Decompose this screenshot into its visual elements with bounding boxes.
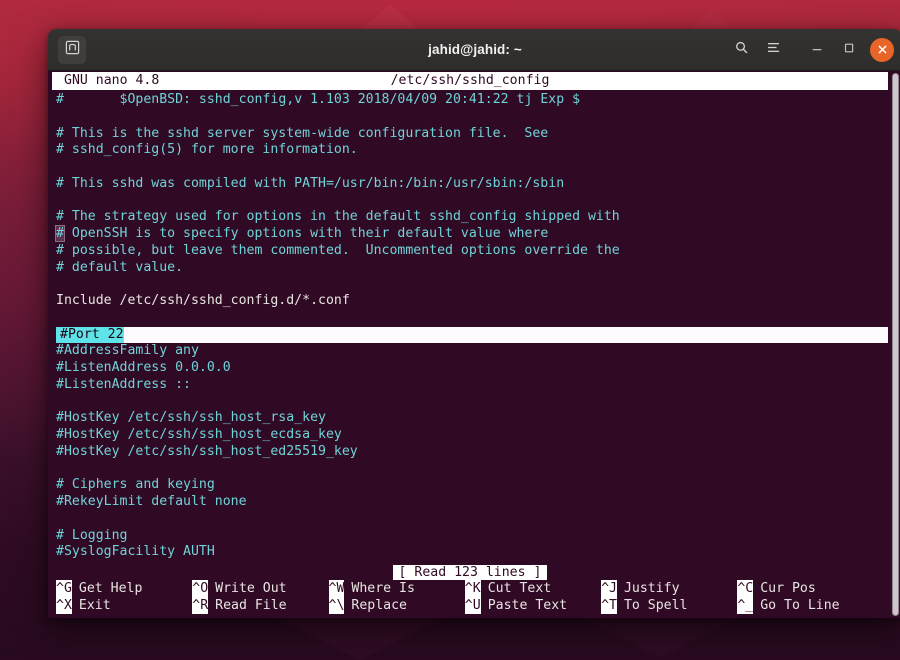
new-terminal-icon — [65, 40, 80, 59]
shortcut-label: Justify — [617, 580, 680, 597]
shortcut-label: Exit — [72, 597, 111, 614]
shortcut-justify[interactable]: ^JJustify — [601, 580, 737, 597]
shortcut-label: To Spell — [617, 597, 688, 614]
shortcut-chord: ^O — [192, 580, 208, 597]
nano-line[interactable]: # default value. — [52, 260, 888, 277]
shortcut-label: Where Is — [344, 580, 415, 597]
shortcut-label: Read File — [208, 597, 286, 614]
shortcut-replace[interactable]: ^\Replace — [329, 597, 465, 614]
nano-current-line[interactable]: #Port 22 — [56, 327, 888, 344]
shortcut-chord: ^_ — [737, 597, 753, 614]
nano-line[interactable] — [52, 461, 888, 478]
nano-line[interactable] — [52, 310, 888, 327]
nano-line[interactable]: #AddressFamily any — [52, 343, 888, 360]
nano-line[interactable]: #ListenAddress 0.0.0.0 — [52, 360, 888, 377]
shortcut-chord: ^U — [465, 597, 481, 614]
shortcut-chord: ^T — [601, 597, 617, 614]
shortcut-row: ^GGet Help^OWrite Out^WWhere Is^KCut Tex… — [56, 580, 874, 597]
shortcut-cur-pos[interactable]: ^CCur Pos — [737, 580, 873, 597]
window-titlebar: jahid@jahid: ~ — [48, 29, 900, 71]
terminal-content[interactable]: GNU nano 4.8 /etc/ssh/sshd_config # $Ope… — [48, 71, 900, 618]
nano-line[interactable]: # The strategy used for options in the d… — [52, 209, 888, 226]
shortcut-get-help[interactable]: ^GGet Help — [56, 580, 192, 597]
nano-line[interactable]: # Ciphers and keying — [52, 477, 888, 494]
close-button[interactable] — [870, 38, 894, 62]
maximize-icon — [842, 40, 856, 59]
search-button[interactable] — [728, 37, 754, 63]
shortcut-chord: ^K — [465, 580, 481, 597]
shortcut-chord: ^\ — [329, 597, 345, 614]
nano-line[interactable]: #ListenAddress :: — [52, 377, 888, 394]
shortcut-label: Go To Line — [753, 597, 839, 614]
shortcut-label: Get Help — [72, 580, 143, 597]
shortcut-label: Write Out — [208, 580, 286, 597]
nano-line[interactable]: #HostKey /etc/ssh/ssh_host_ecdsa_key — [52, 427, 888, 444]
nano-line[interactable]: #HostKey /etc/ssh/ssh_host_ed25519_key — [52, 444, 888, 461]
menu-button[interactable] — [760, 37, 786, 63]
shortcut-label: Cur Pos — [753, 580, 816, 597]
shortcut-chord: ^W — [329, 580, 345, 597]
shortcut-paste-text[interactable]: ^UPaste Text — [465, 597, 601, 614]
nano-line[interactable] — [52, 159, 888, 176]
shortcut-label: Replace — [344, 597, 407, 614]
close-icon — [877, 40, 888, 59]
shortcut-exit[interactable]: ^XExit — [56, 597, 192, 614]
maximize-button[interactable] — [836, 37, 862, 63]
nano-line[interactable] — [52, 511, 888, 528]
nano-line[interactable]: Include /etc/ssh/sshd_config.d/*.conf — [52, 293, 888, 310]
shortcut-row: ^XExit^RRead File^\Replace^UPaste Text^T… — [56, 597, 874, 614]
nano-line[interactable]: #SyslogFacility AUTH — [52, 544, 888, 561]
shortcut-label: Paste Text — [481, 597, 567, 614]
search-icon — [734, 40, 749, 59]
nano-line-text: #Port 22 — [56, 327, 124, 344]
window-controls — [728, 37, 894, 63]
shortcut-go-to-line[interactable]: ^_Go To Line — [737, 597, 873, 614]
nano-document[interactable]: # $OpenBSD: sshd_config,v 1.103 2018/04/… — [52, 90, 888, 561]
nano-line[interactable]: # Logging — [52, 528, 888, 545]
shortcut-chord: ^G — [56, 580, 72, 597]
nano-line[interactable]: #RekeyLimit default none — [52, 494, 888, 511]
nano-line[interactable] — [52, 193, 888, 210]
status-message: [ Read 123 lines ] — [392, 564, 549, 581]
shortcut-label: Cut Text — [481, 580, 552, 597]
nano-shortcut-bar: ^GGet Help^OWrite Out^WWhere Is^KCut Tex… — [56, 580, 874, 614]
shortcut-to-spell[interactable]: ^TTo Spell — [601, 597, 737, 614]
text-cursor: # — [56, 226, 64, 241]
nano-line[interactable]: # This sshd was compiled with PATH=/usr/… — [52, 176, 888, 193]
shortcut-where-is[interactable]: ^WWhere Is — [329, 580, 465, 597]
shortcut-chord: ^R — [192, 597, 208, 614]
nano-line[interactable]: # possible, but leave them commented. Un… — [52, 243, 888, 260]
shortcut-chord: ^X — [56, 597, 72, 614]
hamburger-menu-icon — [766, 40, 781, 59]
nano-line[interactable]: #HostKey /etc/ssh/ssh_host_rsa_key — [52, 410, 888, 427]
nano-line[interactable]: # $OpenBSD: sshd_config,v 1.103 2018/04/… — [52, 92, 888, 109]
nano-line[interactable]: # This is the sshd server system-wide co… — [52, 126, 888, 143]
nano-titlebar: GNU nano 4.8 /etc/ssh/sshd_config — [52, 72, 888, 90]
terminal-scrollbar[interactable] — [891, 73, 900, 616]
shortcut-write-out[interactable]: ^OWrite Out — [192, 580, 328, 597]
shortcut-cut-text[interactable]: ^KCut Text — [465, 580, 601, 597]
shortcut-read-file[interactable]: ^RRead File — [192, 597, 328, 614]
terminal-window: jahid@jahid: ~ — [48, 29, 900, 618]
shortcut-chord: ^J — [601, 580, 617, 597]
scrollbar-thumb[interactable] — [892, 73, 899, 616]
nano-line[interactable] — [52, 276, 888, 293]
nano-line-text: OpenSSH is to specify options with their… — [64, 226, 548, 241]
minimize-button[interactable] — [804, 37, 830, 63]
new-terminal-button[interactable] — [58, 36, 86, 64]
minimize-icon — [810, 40, 824, 59]
nano-line[interactable] — [52, 394, 888, 411]
nano-filename: /etc/ssh/sshd_config — [52, 72, 888, 90]
nano-editor[interactable]: GNU nano 4.8 /etc/ssh/sshd_config # $Ope… — [52, 71, 888, 618]
shortcut-chord: ^C — [737, 580, 753, 597]
nano-line[interactable]: # OpenSSH is to specify options with the… — [52, 226, 888, 243]
nano-line[interactable] — [52, 109, 888, 126]
nano-line[interactable]: # sshd_config(5) for more information. — [52, 142, 888, 159]
